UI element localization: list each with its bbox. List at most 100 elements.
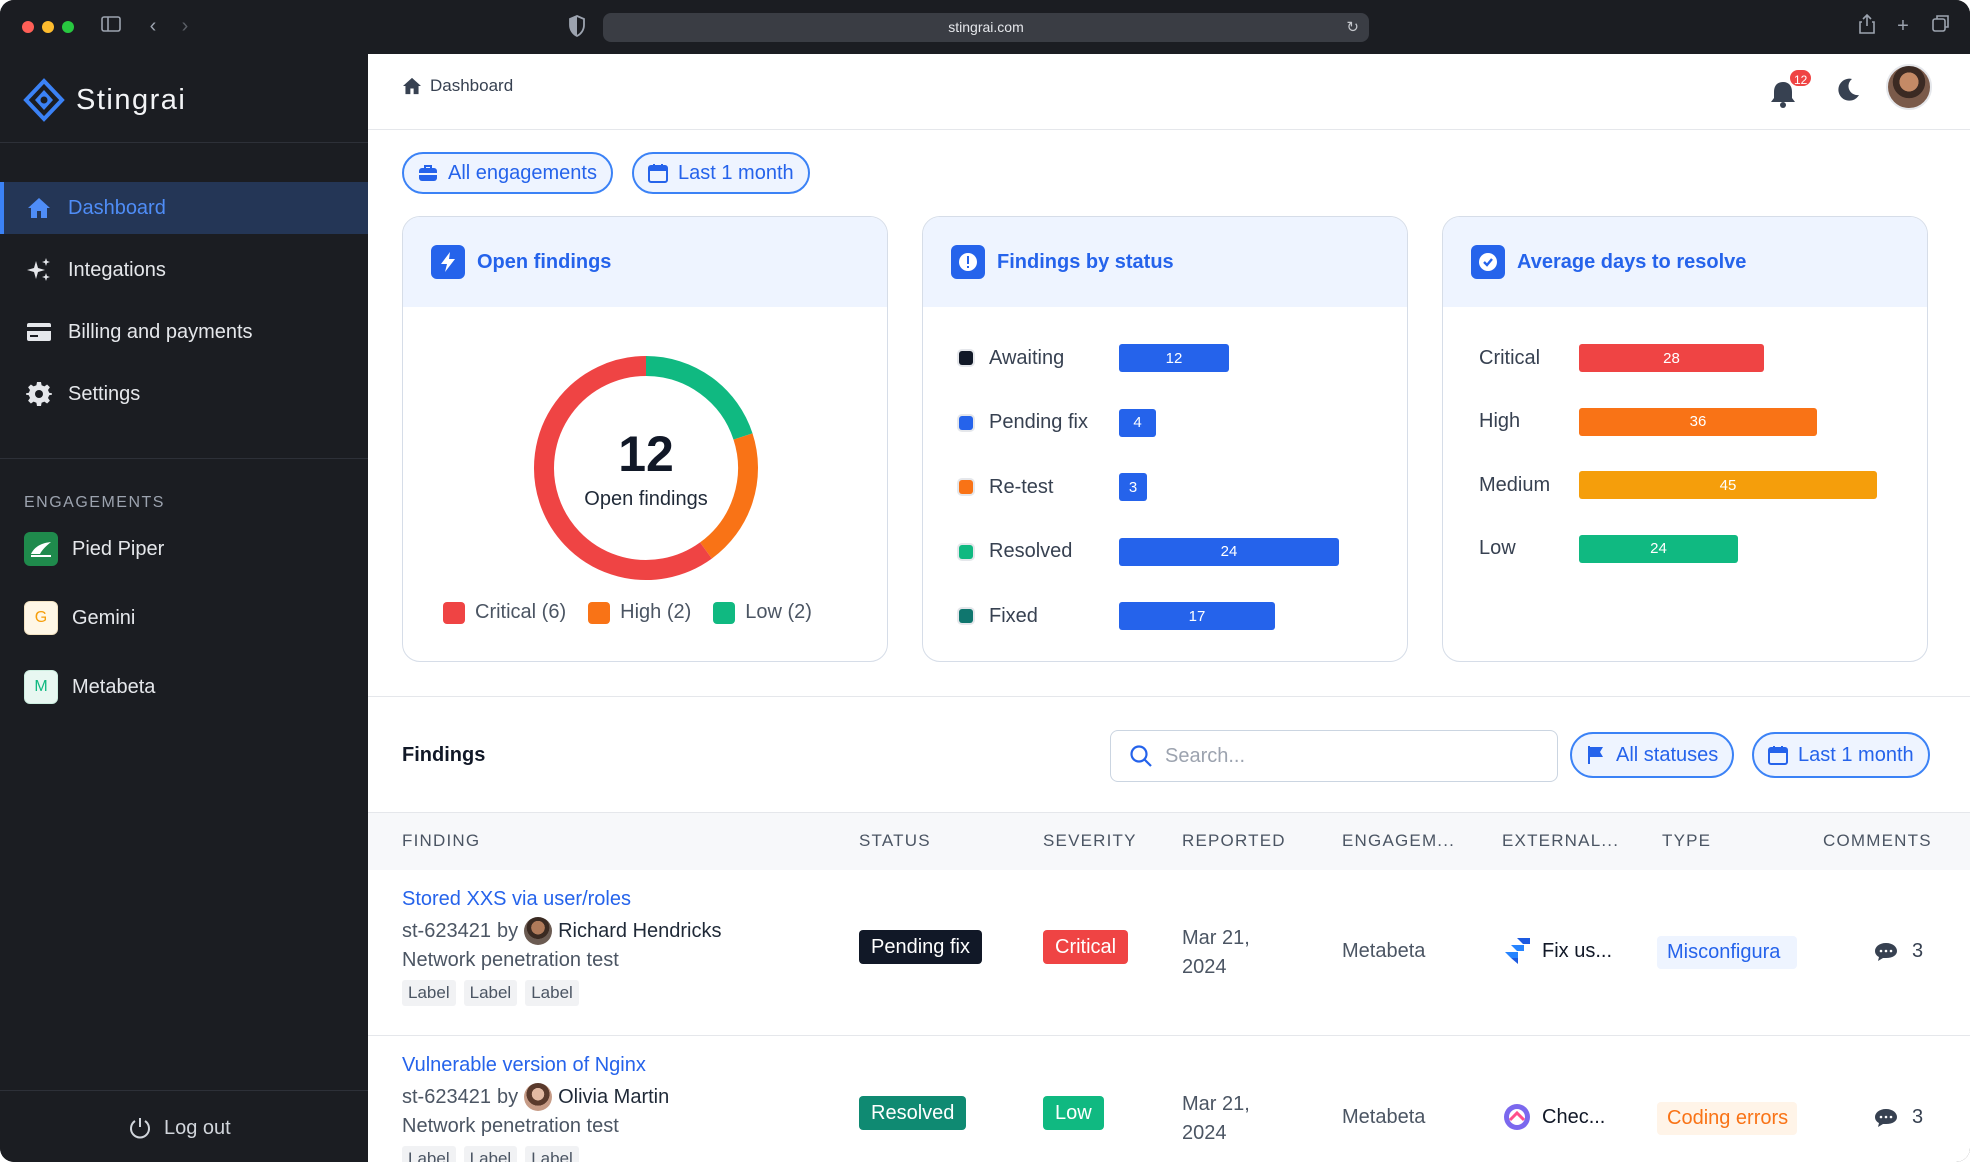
- type-cell: Coding errors: [1657, 1102, 1797, 1135]
- bar[interactable]: 4: [1119, 408, 1156, 437]
- calendar-icon: [648, 164, 668, 183]
- forward-icon[interactable]: ›: [172, 14, 198, 38]
- external-cell[interactable]: Fix us...: [1502, 936, 1612, 966]
- engagement-cell: Metabeta: [1342, 1106, 1426, 1128]
- engagement-label: Pied Piper: [72, 537, 165, 560]
- zoom-window-button[interactable]: [62, 21, 74, 33]
- bar-row: Low 24: [1479, 534, 1738, 564]
- column-header-comments[interactable]: COMMENTS: [1823, 831, 1932, 851]
- column-header-status[interactable]: STATUS: [859, 831, 931, 851]
- donut-legend: Critical (6) High (2) Low (2): [443, 601, 812, 624]
- card-title: Findings by status: [997, 250, 1174, 273]
- sidebar-engagement-gemini[interactable]: G Gemini: [24, 601, 135, 635]
- type-cell: Misconfigura: [1657, 936, 1797, 969]
- top-bar: Dashboard 12: [368, 54, 1970, 130]
- sidebar-engagement-pied-piper[interactable]: Pied Piper: [24, 532, 164, 566]
- label-tag[interactable]: Label: [525, 980, 579, 1006]
- column-header-finding[interactable]: FINDING: [402, 831, 480, 851]
- status-filter-pill[interactable]: All statuses: [1570, 732, 1735, 778]
- engagement-filter-label: All engagements: [448, 161, 597, 184]
- sidebar: Stingrai Dashboard Integations Billing a…: [0, 54, 368, 1162]
- findings-period-filter-pill[interactable]: Last 1 month: [1752, 732, 1930, 778]
- status-color-swatch: [959, 480, 973, 494]
- reload-icon[interactable]: ↻: [1346, 13, 1359, 42]
- table-row[interactable]: Vulnerable version of Nginx st-623421 by…: [368, 1036, 1970, 1162]
- share-icon[interactable]: [1854, 13, 1880, 40]
- check-circle-icon: [1471, 245, 1505, 279]
- bar[interactable]: 36: [1579, 407, 1817, 436]
- sidebar-toggle-icon[interactable]: [98, 14, 124, 38]
- sidebar-item-billing[interactable]: Billing and payments: [0, 306, 368, 358]
- privacy-shield-icon[interactable]: [568, 14, 586, 38]
- finding-meta: st-623421 by Olivia Martin: [402, 1083, 669, 1111]
- bar[interactable]: 24: [1119, 537, 1339, 566]
- calendar-icon: [1768, 746, 1788, 765]
- external-cell[interactable]: Chec...: [1502, 1102, 1605, 1132]
- bar[interactable]: 3: [1119, 473, 1147, 501]
- external-ticket: Chec...: [1542, 1105, 1606, 1128]
- comment-icon: [1875, 1108, 1897, 1127]
- notifications-button[interactable]: 12: [1768, 68, 1814, 108]
- column-header-severity[interactable]: SEVERITY: [1043, 831, 1137, 851]
- sidebar-item-settings[interactable]: Settings: [0, 368, 368, 420]
- label-tag[interactable]: Label: [463, 980, 518, 1006]
- bar[interactable]: 17: [1119, 602, 1275, 630]
- card-header: Open findings: [403, 217, 887, 307]
- address-bar[interactable]: stingrai.com ↻: [603, 13, 1369, 42]
- alert-circle-icon: [951, 245, 985, 279]
- legend-swatch: [588, 601, 611, 624]
- bar[interactable]: 28: [1579, 344, 1764, 372]
- finding-title-link[interactable]: Vulnerable version of Nginx: [402, 1054, 669, 1077]
- sidebar-item-integrations[interactable]: Integations: [0, 244, 368, 296]
- bar[interactable]: 12: [1119, 344, 1229, 372]
- clickup-icon: [1504, 1104, 1530, 1130]
- bar[interactable]: 24: [1579, 534, 1738, 563]
- finding-test-type: Network penetration test: [402, 949, 619, 971]
- card-header: Average days to resolve: [1443, 217, 1927, 307]
- column-header-reported[interactable]: REPORTED: [1182, 831, 1286, 851]
- comments-cell[interactable]: 3: [1874, 940, 1923, 963]
- sidebar-item-dashboard[interactable]: Dashboard: [0, 182, 368, 234]
- finding-by: by: [496, 919, 519, 942]
- sidebar-engagement-metabeta[interactable]: M Metabeta: [24, 670, 155, 704]
- bar-label: High: [1479, 410, 1521, 432]
- sidebar-divider: [0, 1090, 368, 1091]
- sidebar-item-label: Dashboard: [68, 196, 166, 219]
- column-header-type[interactable]: TYPE: [1662, 831, 1711, 851]
- finding-cell: Vulnerable version of Nginx st-623421 by…: [402, 1054, 669, 1162]
- minimize-window-button[interactable]: [42, 21, 54, 33]
- bar-label: Low: [1479, 537, 1516, 559]
- bar-row: Critical 28: [1479, 343, 1764, 373]
- column-header-external[interactable]: EXTERNAL...: [1502, 831, 1619, 851]
- label-tag[interactable]: Label: [463, 1146, 518, 1162]
- engagement-label: Gemini: [72, 606, 136, 629]
- user-avatar[interactable]: [1886, 64, 1932, 110]
- search-field[interactable]: [1110, 730, 1558, 782]
- severity-cell: Critical: [1043, 930, 1129, 964]
- back-icon[interactable]: ‹: [140, 14, 166, 38]
- logout-button[interactable]: Log out: [128, 1116, 231, 1140]
- reporter-name[interactable]: Richard Hendricks: [558, 920, 721, 943]
- close-window-button[interactable]: [22, 21, 34, 33]
- comment-count: 3: [1912, 1106, 1924, 1128]
- dark-mode-toggle[interactable]: [1834, 76, 1864, 106]
- brand-logo[interactable]: Stingrai: [22, 78, 186, 122]
- label-tag[interactable]: Label: [402, 1146, 456, 1162]
- period-filter-pill[interactable]: Last 1 month: [632, 152, 810, 194]
- table-row[interactable]: Stored XXS via user/roles st-623421 by R…: [368, 870, 1970, 1036]
- tab-overview-icon[interactable]: [1928, 14, 1954, 38]
- engagement-filter-pill[interactable]: All engagements: [402, 152, 613, 194]
- bar-label: Medium: [1479, 473, 1551, 496]
- home-icon: [403, 77, 421, 95]
- label-tag[interactable]: Label: [525, 1146, 579, 1162]
- new-tab-icon[interactable]: +: [1890, 14, 1916, 38]
- search-input[interactable]: [1165, 744, 1545, 768]
- bar[interactable]: 45: [1579, 471, 1877, 499]
- legend-label: Low (2): [745, 601, 812, 623]
- column-header-engagement[interactable]: ENGAGEM...: [1342, 831, 1455, 851]
- reporter-name[interactable]: Olivia Martin: [558, 1086, 669, 1109]
- comments-cell[interactable]: 3: [1874, 1106, 1923, 1129]
- label-tag[interactable]: Label: [402, 980, 456, 1006]
- breadcrumb[interactable]: Dashboard: [402, 76, 513, 96]
- finding-title-link[interactable]: Stored XXS via user/roles: [402, 888, 721, 911]
